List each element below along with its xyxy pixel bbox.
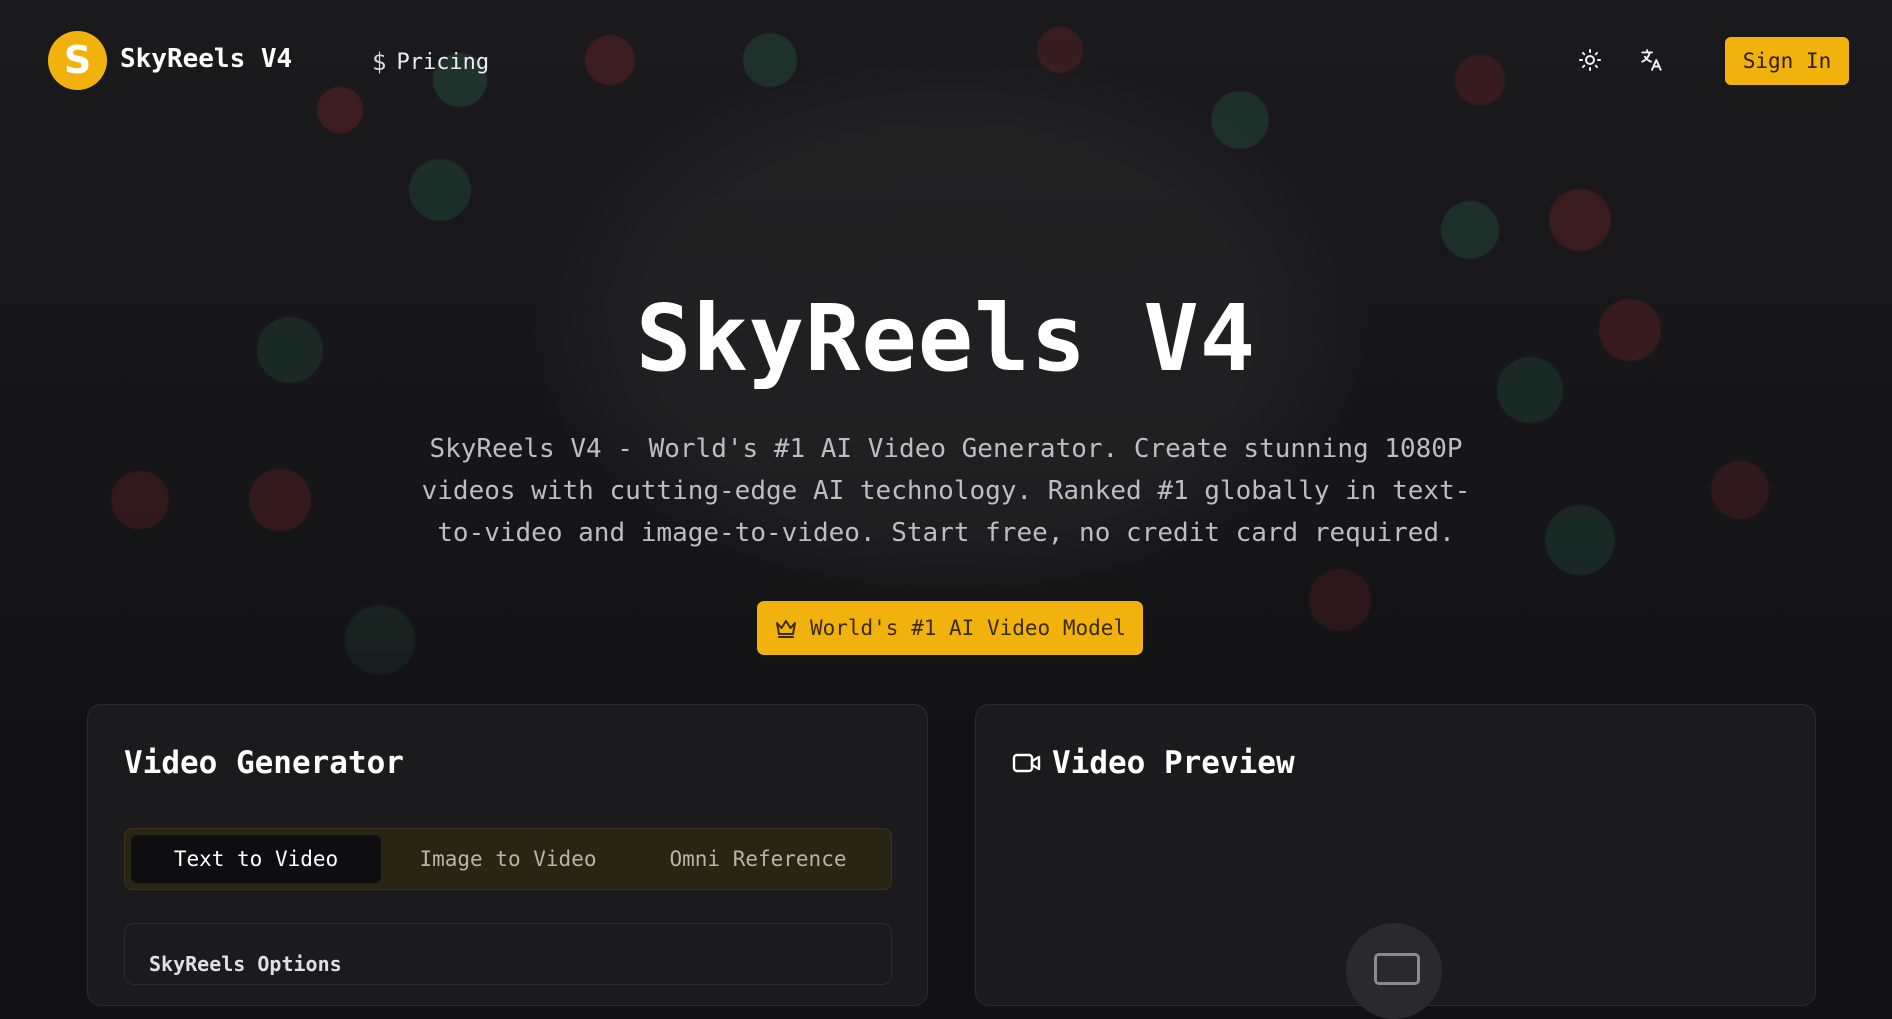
preview-title: Video Preview bbox=[1052, 745, 1295, 781]
tab-text-to-video[interactable]: Text to Video bbox=[131, 835, 381, 883]
brand-name[interactable]: SkyReels V4 bbox=[120, 44, 292, 74]
hero-title: SkyReels V4 bbox=[635, 285, 1257, 392]
options-panel: SkyReels Options bbox=[124, 923, 892, 985]
crown-icon bbox=[775, 620, 796, 638]
sign-in-button[interactable]: Sign In bbox=[1725, 37, 1849, 85]
tab-image-to-video[interactable]: Image to Video bbox=[383, 835, 633, 883]
translate-icon bbox=[1641, 49, 1662, 71]
top-navigation: S SkyReels V4 $ Pricing Sign In bbox=[0, 0, 1892, 120]
preview-placeholder bbox=[1346, 923, 1442, 1019]
placeholder-video-icon bbox=[1374, 953, 1420, 985]
dollar-icon: $ bbox=[372, 48, 387, 76]
pricing-label: Pricing bbox=[396, 49, 490, 75]
hero-subtitle: SkyReels V4 - World's #1 AI Video Genera… bbox=[421, 434, 1471, 548]
theme-toggle-button[interactable] bbox=[1574, 44, 1606, 76]
generator-mode-tabs: Text to Video Image to Video Omni Refere… bbox=[124, 828, 892, 890]
badge-label: World's #1 AI Video Model bbox=[809, 616, 1127, 640]
preview-title-row: Video Preview bbox=[1012, 745, 1295, 781]
pricing-link[interactable]: $ Pricing bbox=[372, 48, 489, 76]
tab-omni-reference[interactable]: Omni Reference bbox=[633, 835, 883, 883]
generator-title: Video Generator bbox=[124, 745, 404, 781]
logo-icon[interactable]: S bbox=[48, 31, 107, 90]
language-button[interactable] bbox=[1636, 44, 1668, 76]
options-label: SkyReels Options bbox=[149, 952, 342, 976]
video-camera-icon bbox=[1012, 753, 1041, 773]
video-preview-card: Video Preview bbox=[975, 704, 1816, 1019]
world-number-one-badge[interactable]: World's #1 AI Video Model bbox=[757, 601, 1143, 655]
sun-icon bbox=[1579, 49, 1601, 71]
video-generator-card: Video Generator Text to Video Image to V… bbox=[87, 704, 928, 1006]
